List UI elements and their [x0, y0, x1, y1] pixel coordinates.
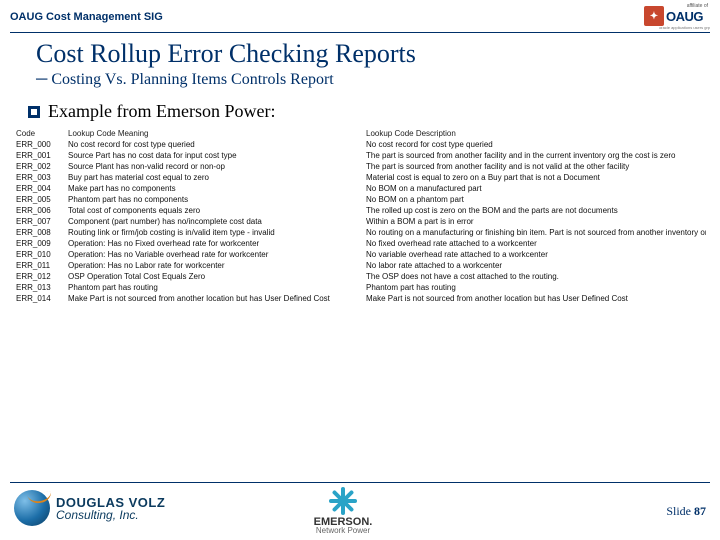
table-row: ERR_009Operation: Has no Fixed overhead …: [14, 238, 706, 249]
sig-title: OAUG Cost Management SIG: [10, 11, 163, 23]
bullet-icon: [28, 106, 40, 118]
douglas-volz-logo: DOUGLAS VOLZ Consulting, Inc.: [14, 488, 204, 528]
errors-table: Code Lookup Code Meaning Lookup Code Des…: [14, 128, 706, 304]
affiliate-label: affiliate of: [687, 3, 708, 9]
fan-icon: [326, 484, 360, 518]
col-desc: Lookup Code Description: [364, 128, 706, 139]
emerson-line2: Network Power: [268, 526, 418, 535]
table-row: ERR_002Source Plant has non-valid record…: [14, 161, 706, 172]
table-row: ERR_006Total cost of components equals z…: [14, 205, 706, 216]
table-row: ERR_004Make part has no componentsNo BOM…: [14, 183, 706, 194]
table-row: ERR_005Phantom part has no componentsNo …: [14, 194, 706, 205]
slide-number: Slide 87: [666, 504, 706, 519]
globe-icon: [14, 490, 50, 526]
emerson-logo: EMERSON. Network Power: [268, 484, 418, 535]
header-rule: [10, 32, 710, 33]
table-row: ERR_010Operation: Has no Variable overhe…: [14, 249, 706, 260]
table-header-row: Code Lookup Code Meaning Lookup Code Des…: [14, 128, 706, 139]
col-code: Code: [14, 128, 66, 139]
col-meaning: Lookup Code Meaning: [66, 128, 364, 139]
oaug-logo: affiliate of ✦ OAUG oracle applications …: [644, 6, 710, 28]
table-row: ERR_003Buy part has material cost equal …: [14, 172, 706, 183]
footer-rule: [10, 482, 710, 483]
page-title: Cost Rollup Error Checking Reports: [36, 39, 720, 69]
table-row: ERR_011Operation: Has no Labor rate for …: [14, 260, 706, 271]
table-row: ERR_007Component (part number) has no/in…: [14, 216, 706, 227]
table-row: ERR_000No cost record for cost type quer…: [14, 139, 706, 150]
table-row: ERR_008Routing link or firm/job costing …: [14, 227, 706, 238]
oaug-tagline: oracle applications users grp: [659, 25, 710, 30]
oaug-text: OAUG: [666, 9, 703, 24]
oaug-glyph-icon: ✦: [644, 6, 664, 26]
table-row: ERR_012OSP Operation Total Cost Equals Z…: [14, 271, 706, 282]
table-row: ERR_001Source Part has no cost data for …: [14, 150, 706, 161]
douglas-line2: Consulting, Inc.: [56, 508, 165, 522]
page-subtitle: ─ Costing Vs. Planning Items Controls Re…: [36, 71, 720, 89]
table-row: ERR_013Phantom part has routingPhantom p…: [14, 282, 706, 293]
table-row: ERR_014Make Part is not sourced from ano…: [14, 293, 706, 304]
example-lead: Example from Emerson Power:: [48, 101, 275, 122]
